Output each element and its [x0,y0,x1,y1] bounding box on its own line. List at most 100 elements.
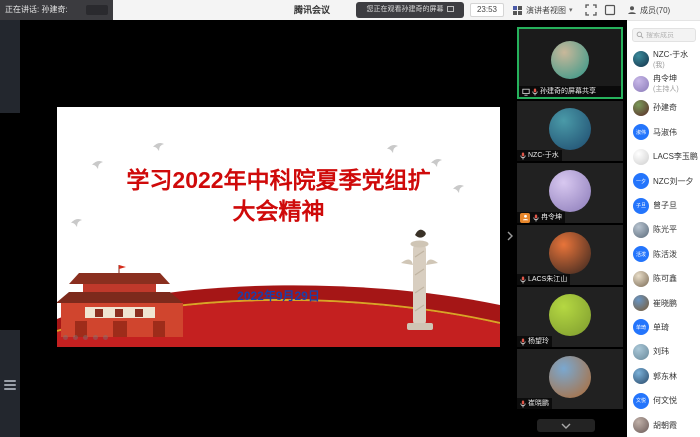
speaking-indicator: 正在讲话: 孙建奇: [0,0,113,20]
member-avatar [633,222,649,238]
member-avatar [633,271,649,287]
member-avatar [633,295,649,311]
meeting-clock: 23:53 [470,3,504,17]
member-row[interactable]: 郭东林 [627,364,700,388]
view-mode-button[interactable]: 演讲者视图 ▾ [512,0,573,20]
member-name: 陈光平 [653,224,677,235]
strip-scroll-down-button[interactable] [537,419,595,432]
top-bar: 正在讲话: 孙建奇: 腾讯会议 您正在观看孙建奇的屏幕 23:53 演讲者视图 … [0,0,700,20]
member-avatar: 活泼 [633,246,649,262]
member-search-input[interactable] [646,32,692,39]
member-avatar [633,368,649,384]
layout-grid-icon [512,5,523,16]
mic-icon [520,152,526,160]
member-row[interactable]: 文悦 何文悦 [627,388,700,412]
screen-share-icon [522,88,530,96]
video-strip-tiles: 孙建奇的屏幕共享 NZC-于水 [517,27,623,409]
member-avatar [633,344,649,360]
watching-text: 您正在观看孙建奇的屏幕 [367,6,444,13]
member-name: 冉令坤 [653,73,679,84]
video-strip: 孙建奇的屏幕共享 NZC-于水 [513,20,627,437]
member-name: 刘玮 [653,346,669,357]
member-row[interactable]: 单琦 单琦 [627,315,700,339]
member-row[interactable]: 一夕 NZC刘一夕 [627,169,700,193]
member-row[interactable]: 活泼 陈活泼 [627,242,700,266]
caret-down-icon: ▾ [569,6,573,14]
chevron-down-icon [560,422,572,430]
member-name: 单琦 [653,322,669,333]
participant-avatar [551,41,589,79]
participant-avatar [549,356,591,398]
mic-icon [520,338,526,346]
view-mode-label: 演讲者视图 [526,5,566,16]
member-tag: (主持人) [653,84,679,94]
member-row[interactable]: 胡朝霞 [627,413,700,437]
member-row[interactable]: LACS李玉鹏 [627,145,700,169]
member-name: NZC刘一夕 [653,176,693,187]
slide-date: 2022年9月29日 [57,287,500,304]
member-name: LACS李玉鹏 [653,151,698,162]
member-row[interactable]: 孙建奇 [627,96,700,120]
member-avatar: 一夕 [633,173,649,189]
member-row[interactable]: 冉令坤 (主持人) [627,71,700,95]
tile-label: 崔晓鹏 [517,398,552,409]
panel-rect-icon [604,4,616,16]
member-row[interactable]: 子旦 曾子旦 [627,193,700,217]
member-avatar: 文悦 [633,393,649,409]
tile-name-label: NZC-于水 [528,150,559,161]
mic-icon [532,88,538,96]
screen-mini-icon [447,6,454,12]
member-avatar: 淑伟 [633,124,649,140]
background-window-edge-top [0,20,20,113]
side-panel-toggle-button[interactable] [604,4,617,17]
member-avatar [633,100,649,116]
participant-avatar [549,108,591,150]
video-tile[interactable]: NZC-于水 [517,101,623,161]
member-avatar: 子旦 [633,198,649,214]
search-icon [636,31,644,39]
fullscreen-button[interactable] [585,4,598,17]
tile-label: NZC-于水 [517,150,562,161]
host-badge-icon [520,213,530,223]
member-avatar: 单琦 [633,319,649,335]
member-row[interactable]: 陈可鑫 [627,267,700,291]
presenter-toolbar[interactable] [63,335,108,340]
video-tile[interactable]: 冉令坤 [517,163,623,223]
list-lines-icon [4,378,16,392]
participant-avatar [549,170,591,212]
tile-name-label: 孙建奇的屏幕共享 [540,86,596,97]
tile-label: 冉令坤 [517,212,565,223]
members-header-button[interactable]: 成员(70) [627,0,670,20]
participant-avatar [549,232,591,274]
member-name: 马淑伟 [653,127,677,138]
member-row[interactable]: 淑伟 马淑伟 [627,120,700,144]
member-avatar [633,76,649,92]
member-name: NZC-于水 [653,49,688,60]
tile-label: 孙建奇的屏幕共享 [519,86,621,97]
tile-name-label: 冉令坤 [541,212,562,223]
member-row[interactable]: NZC-于水 (我) [627,47,700,71]
member-row[interactable]: 刘玮 [627,340,700,364]
member-row[interactable]: 陈光平 [627,218,700,242]
member-name: 郭东林 [653,371,677,382]
expand-arrows-icon [585,4,597,16]
participant-avatar [549,294,591,336]
members-panel: NZC-于水 (我) 冉令坤 (主持人) 孙建奇 淑伟 马淑伟 [627,20,700,437]
video-tile[interactable]: 崔晓鹏 [517,349,623,409]
member-avatar [633,51,649,67]
member-name: 陈活泼 [653,249,677,260]
app-title: 腾讯会议 [282,0,342,20]
member-name: 胡朝霞 [653,420,677,431]
member-tag: (我) [653,60,688,70]
mic-icon [520,276,526,284]
speaking-text: 正在讲话: 孙建奇: [5,5,68,14]
video-tile[interactable]: LACS朱江山 [517,225,623,285]
video-tile[interactable]: 孙建奇的屏幕共享 [517,27,623,99]
member-search-box[interactable] [632,28,696,42]
watching-banner: 您正在观看孙建奇的屏幕 [356,2,464,18]
member-row[interactable]: 崔晓鹏 [627,291,700,315]
tile-name-label: 崔晓鹏 [528,398,549,409]
video-tile[interactable]: 杨望玲 [517,287,623,347]
presentation-slide: 学习2022年中科院夏季党组扩 大会精神 2022年9月29日 [57,107,500,347]
meeting-window: 正在讲话: 孙建奇: 腾讯会议 您正在观看孙建奇的屏幕 23:53 演讲者视图 … [0,0,700,437]
